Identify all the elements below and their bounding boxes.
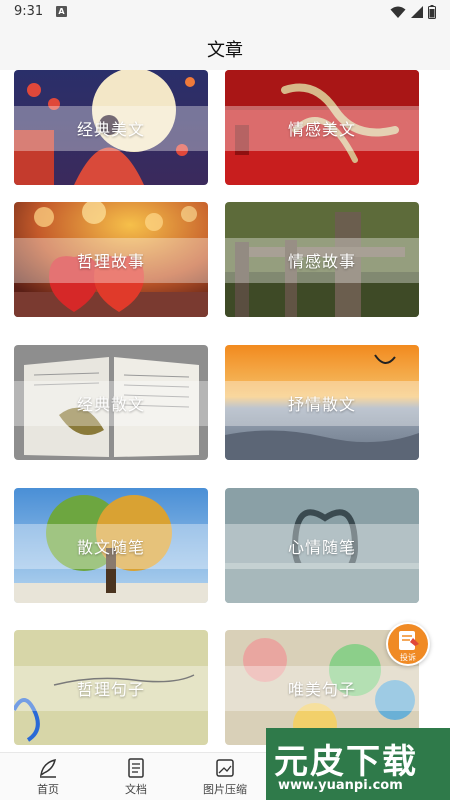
card-label: 经典散文 (76, 395, 145, 414)
card-label: 情感美文 (287, 120, 356, 139)
signal-icon (411, 5, 423, 18)
feather-icon (39, 758, 56, 778)
category-card-classic-essay[interactable]: 经典美文 (14, 70, 208, 185)
nav-label: 文档 (125, 783, 147, 796)
notification-icon: A (56, 6, 67, 17)
image-icon (216, 759, 234, 777)
nav-item-home[interactable]: 首页 (18, 757, 78, 797)
category-grid[interactable]: 经典美文 情感美文 哲理故事 情感故事 经典散文 抒情散文 散文随笔 心情随笔 … (14, 70, 436, 752)
category-card-emotional-essay[interactable]: 情感美文 (225, 70, 419, 185)
card-label: 情感故事 (287, 252, 356, 271)
complaint-button[interactable]: 投诉 (386, 622, 430, 666)
category-card-mood-essay[interactable]: 心情随笔 (225, 488, 419, 603)
battery-icon (428, 5, 436, 19)
watermark-url: www.yuanpi.com (278, 778, 403, 793)
nav-item-image-compress[interactable]: 图片压缩 (195, 757, 255, 797)
status-icons (390, 5, 436, 19)
watermark-title: 元皮下载 (274, 742, 418, 782)
category-card-emotional-story[interactable]: 情感故事 (225, 202, 419, 317)
card-label: 心情随笔 (287, 538, 356, 557)
category-card-philosophy-sentence[interactable]: 哲理句子 (14, 630, 208, 745)
card-label: 散文随笔 (76, 538, 145, 557)
status-time: 9:31 (14, 4, 44, 19)
nav-item-documents[interactable]: 文档 (106, 757, 166, 797)
category-card-classic-prose[interactable]: 经典散文 (14, 345, 208, 460)
category-card-prose-essay[interactable]: 散文随笔 (14, 488, 208, 603)
document-icon (128, 758, 144, 778)
page-title: 文章 (207, 40, 243, 61)
card-label: 经典美文 (76, 120, 145, 139)
app-bar: 文章 (0, 26, 450, 70)
card-label: 抒情散文 (287, 395, 356, 414)
card-label: 哲理句子 (76, 680, 145, 699)
wifi-icon (390, 6, 406, 18)
card-label: 哲理故事 (76, 252, 145, 271)
nav-label: 首页 (37, 783, 59, 796)
category-card-philosophy-story[interactable]: 哲理故事 (14, 202, 208, 317)
nav-label: 图片压缩 (203, 783, 247, 796)
complaint-label: 投诉 (400, 653, 416, 662)
status-bar: 9:31 A (0, 0, 450, 26)
watermark-logo: 元皮下载 www.yuanpi.com (266, 728, 450, 800)
category-card-lyric-prose[interactable]: 抒情散文 (225, 345, 419, 460)
card-label: 唯美句子 (287, 680, 356, 699)
